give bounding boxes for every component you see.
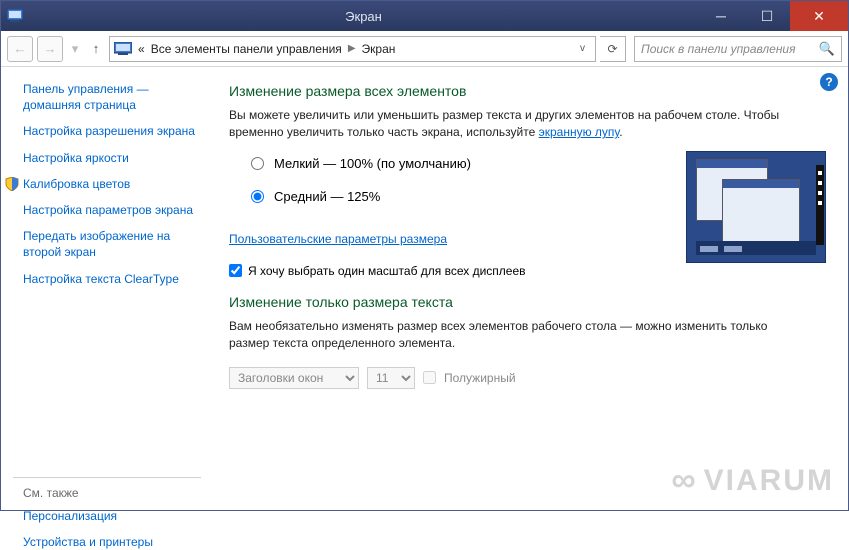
- minimize-button[interactable]: ─: [698, 1, 744, 31]
- text-size-controls: Заголовки окон 11 Полужирный: [229, 367, 830, 389]
- up-button[interactable]: ↑: [87, 36, 105, 62]
- magnifier-link[interactable]: экранную лупу: [539, 125, 620, 139]
- see-also-devices[interactable]: Устройства и принтеры: [23, 534, 201, 550]
- sidebar: Панель управления — домашняя страница На…: [1, 67, 211, 510]
- help-icon[interactable]: ?: [820, 73, 838, 91]
- sidebar-item-label: Калибровка цветов: [23, 177, 130, 191]
- breadcrumb-item[interactable]: Экран: [362, 42, 396, 56]
- radio-medium[interactable]: [251, 190, 264, 203]
- see-also-heading: См. также: [23, 486, 201, 500]
- sidebar-item-cleartype[interactable]: Настройка текста ClearType: [23, 271, 201, 287]
- description-size-all: Вы можете увеличить или уменьшить размер…: [229, 107, 799, 142]
- heading-text-only: Изменение только размера текста: [229, 294, 830, 310]
- bold-label: Полужирный: [444, 371, 516, 385]
- single-scale-checkbox-row[interactable]: Я хочу выбрать один масштаб для всех дис…: [229, 264, 830, 278]
- close-button[interactable]: ✕: [790, 1, 848, 31]
- maximize-button[interactable]: ☐: [744, 1, 790, 31]
- sidebar-item-resolution[interactable]: Настройка разрешения экрана: [23, 123, 201, 139]
- radio-medium-label: Средний — 125%: [274, 189, 380, 204]
- search-placeholder: Поиск в панели управления: [641, 42, 796, 56]
- preview-illustration: [686, 151, 826, 263]
- system-menu-icon[interactable]: [1, 1, 29, 31]
- forward-button[interactable]: →: [37, 36, 63, 62]
- sidebar-item-display-settings[interactable]: Настройка параметров экрана: [23, 202, 201, 218]
- watermark: ∞ VIARUM: [671, 461, 834, 500]
- shield-icon: [5, 177, 19, 191]
- sidebar-divider: [13, 477, 201, 478]
- breadcrumb-separator: ▶: [348, 43, 356, 54]
- main-panel: ? Изменение размера всех элементов Вы мо…: [211, 67, 848, 510]
- window-title: Экран: [29, 9, 698, 24]
- element-select[interactable]: Заголовки окон: [229, 367, 359, 389]
- breadcrumb-prefix: «: [138, 42, 145, 56]
- back-button[interactable]: ←: [7, 36, 33, 62]
- search-icon: 🔍: [819, 41, 835, 57]
- radio-small-label: Мелкий — 100% (по умолчанию): [274, 156, 471, 171]
- window-controls: ─ ☐ ✕: [698, 1, 848, 31]
- font-size-select[interactable]: 11: [367, 367, 415, 389]
- window-titlebar: Экран ─ ☐ ✕: [1, 1, 848, 31]
- monitor-icon: [114, 42, 132, 56]
- radio-small[interactable]: [251, 157, 264, 170]
- content-area: Панель управления — домашняя страница На…: [1, 67, 848, 510]
- search-input[interactable]: Поиск в панели управления 🔍: [634, 36, 842, 62]
- refresh-button[interactable]: ⟳: [600, 36, 626, 62]
- single-scale-checkbox[interactable]: [229, 264, 242, 277]
- sidebar-item-project[interactable]: Передать изображение на второй экран: [23, 228, 201, 260]
- navigation-bar: ← → ▾ ↑ « Все элементы панели управления…: [1, 31, 848, 67]
- bold-checkbox[interactable]: [423, 371, 436, 384]
- infinity-icon: ∞: [671, 461, 697, 500]
- recent-dropdown[interactable]: ▾: [67, 36, 83, 62]
- sidebar-item-calibration[interactable]: Калибровка цветов: [23, 176, 201, 192]
- address-dropdown[interactable]: v: [574, 43, 591, 54]
- heading-size-all: Изменение размера всех элементов: [229, 83, 830, 99]
- address-bar[interactable]: « Все элементы панели управления ▶ Экран…: [109, 36, 596, 62]
- see-also-personalization[interactable]: Персонализация: [23, 508, 201, 524]
- description-text-only: Вам необязательно изменять размер всех э…: [229, 318, 799, 353]
- single-scale-label: Я хочу выбрать один масштаб для всех дис…: [248, 264, 526, 278]
- custom-size-link[interactable]: Пользовательские параметры размера: [229, 232, 447, 246]
- sidebar-home-link[interactable]: Панель управления — домашняя страница: [23, 81, 201, 113]
- sidebar-item-brightness[interactable]: Настройка яркости: [23, 150, 201, 166]
- breadcrumb-item[interactable]: Все элементы панели управления: [151, 42, 342, 56]
